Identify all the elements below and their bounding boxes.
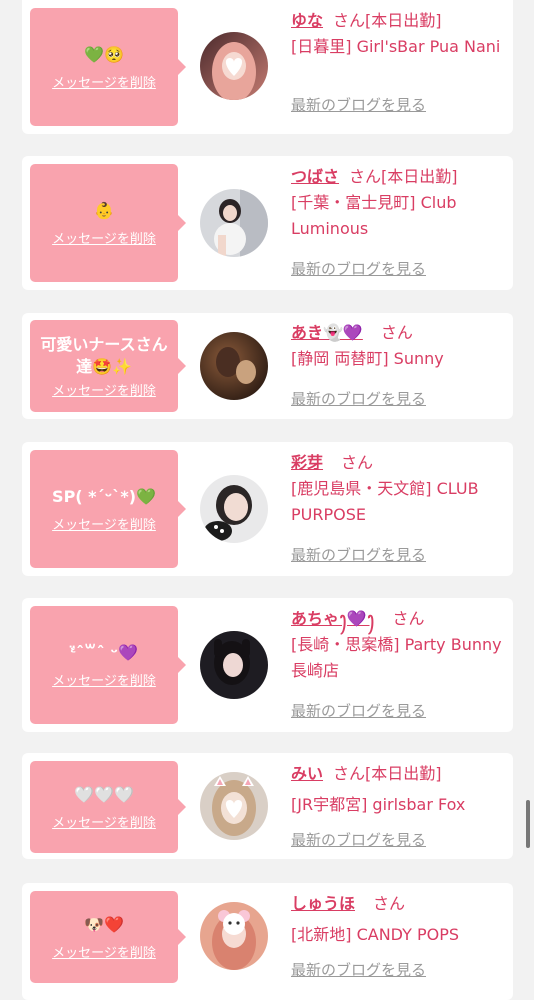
latest-blog-link[interactable]: 最新のブログを見る — [291, 829, 426, 850]
delete-message-link[interactable]: メッセージを削除 — [52, 812, 156, 831]
shop-name: [JR宇都宮] girlsbar Fox — [291, 795, 466, 814]
message-bubble: 👶 メッセージを削除 — [30, 164, 186, 282]
delete-message-link[interactable]: メッセージを削除 — [52, 380, 156, 399]
message-card: 可愛いナースさん達🤩✨ メッセージを削除 あき👻💜 さん [静岡 両替町] Sun… — [22, 313, 513, 419]
message-card: 👶 メッセージを削除 つばさ さん[本日出勤] [千葉・富士見町] Club Lu… — [22, 156, 513, 290]
avatar[interactable] — [200, 902, 268, 970]
message-bubble: 可愛いナースさん達🤩✨ メッセージを削除 — [30, 320, 186, 412]
honorific-status: さん — [380, 323, 413, 342]
delete-message-link[interactable]: メッセージを削除 — [52, 514, 156, 533]
name-line: つばさ さん[本日出勤] — [291, 164, 503, 190]
message-bubble: ᵋ̈ˆ꒳ˆ ᵕ💜 メッセージを削除 — [30, 606, 186, 724]
message-text: 可愛いナースさん達🤩✨ — [40, 334, 168, 376]
avatar[interactable] — [200, 772, 268, 840]
latest-blog-link[interactable]: 最新のブログを見る — [291, 544, 426, 565]
latest-blog-link[interactable]: 最新のブログを見る — [291, 94, 426, 115]
message-text: 🐶❤️ — [84, 914, 124, 934]
honorific-status: さん — [392, 609, 425, 628]
message-bubble: 💚🥺 メッセージを削除 — [30, 8, 186, 126]
avatar[interactable] — [200, 475, 268, 543]
latest-blog-link[interactable]: 最新のブログを見る — [291, 700, 426, 721]
name-line: ゆな さん[本日出勤] — [291, 8, 503, 34]
message-bubble: 🐶❤️ メッセージを削除 — [30, 891, 186, 983]
message-text: 👶 — [94, 200, 114, 220]
shop-name: [長崎・思案橋] Party Bunny 長崎店 — [291, 635, 502, 680]
profile-info: 彩芽 さん [鹿児島県・天文館] CLUB PURPOSE 最新のブログを見る — [291, 450, 503, 568]
honorific-status: さん[本日出勤] — [349, 167, 458, 186]
name-line: しゅうほ さん — [291, 891, 503, 917]
shop-name: [千葉・富士見町] Club Luminous — [291, 193, 457, 238]
delete-message-link[interactable]: メッセージを削除 — [52, 228, 156, 247]
message-bubble: SP( *ˊᵕˋ*)💚 メッセージを削除 — [30, 450, 186, 568]
message-card: 🤍🤍🤍 メッセージを削除 みい さん[本日出勤] [JR宇都宮] girlsbar… — [22, 753, 513, 859]
profile-info: みい さん[本日出勤] [JR宇都宮] girlsbar Fox 最新のブログを見… — [291, 761, 503, 853]
message-card: 🐶❤️ メッセージを削除 しゅうほ さん [北新地] CANDY POPS 最新の… — [22, 883, 513, 1000]
honorific-status: さん — [373, 894, 406, 913]
delete-message-link[interactable]: メッセージを削除 — [52, 72, 156, 91]
avatar[interactable] — [200, 631, 268, 699]
message-list-page: 💚🥺 メッセージを削除 ゆな さん[本日出勤] [日暮里] Girl'sBar P… — [0, 0, 534, 1000]
profile-info: つばさ さん[本日出勤] [千葉・富士見町] Club Luminous 最新のブ… — [291, 164, 503, 282]
latest-blog-link[interactable]: 最新のブログを見る — [291, 388, 426, 409]
delete-message-link[interactable]: メッセージを削除 — [52, 942, 156, 961]
message-text: 💚🥺 — [84, 44, 124, 64]
profile-info: しゅうほ さん [北新地] CANDY POPS 最新のブログを見る — [291, 891, 503, 983]
message-text: ᵋ̈ˆ꒳ˆ ᵕ💜 — [70, 642, 138, 662]
cast-name-link[interactable]: しゅうほ — [291, 894, 355, 913]
name-line: みい さん[本日出勤] — [291, 761, 503, 787]
message-card: 💚🥺 メッセージを削除 ゆな さん[本日出勤] [日暮里] Girl'sBar P… — [22, 0, 513, 134]
shop-name: [日暮里] Girl'sBar Pua Nani — [291, 37, 501, 56]
cast-name-link[interactable]: ゆな — [291, 11, 323, 30]
profile-info: あき👻💜 さん [静岡 両替町] Sunny 最新のブログを見る — [291, 320, 503, 412]
message-card: ᵋ̈ˆ꒳ˆ ᵕ💜 メッセージを削除 あちゃꫂ💜ꫂ さん [長崎・思案橋] Part… — [22, 598, 513, 732]
shop-name: [静岡 両替町] Sunny — [291, 349, 444, 368]
honorific-status: さん[本日出勤] — [333, 11, 442, 30]
profile-info: あちゃꫂ💜ꫂ さん [長崎・思案橋] Party Bunny 長崎店 最新のブログ… — [291, 606, 503, 724]
scrollbar-thumb[interactable] — [526, 800, 530, 848]
message-card: SP( *ˊᵕˋ*)💚 メッセージを削除 彩芽 さん [鹿児島県・天文館] CLU… — [22, 442, 513, 576]
avatar[interactable] — [200, 189, 268, 257]
cast-name-link[interactable]: あちゃꫂ💜ꫂ — [291, 609, 375, 628]
message-bubble: 🤍🤍🤍 メッセージを削除 — [30, 761, 186, 853]
avatar[interactable] — [200, 32, 268, 100]
name-line: あき👻💜 さん — [291, 320, 503, 346]
cast-name-link[interactable]: みい — [291, 764, 323, 783]
message-text: 🤍🤍🤍 — [74, 784, 134, 804]
shop-name: [鹿児島県・天文館] CLUB PURPOSE — [291, 479, 479, 524]
honorific-status: さん — [341, 453, 374, 472]
delete-message-link[interactable]: メッセージを削除 — [52, 670, 156, 689]
shop-name: [北新地] CANDY POPS — [291, 925, 460, 944]
name-line: 彩芽 さん — [291, 450, 503, 476]
cast-name-link[interactable]: つばさ — [291, 167, 339, 186]
cast-name-link[interactable]: 彩芽 — [291, 453, 323, 472]
avatar[interactable] — [200, 332, 268, 400]
message-text: SP( *ˊᵕˋ*)💚 — [52, 486, 156, 506]
latest-blog-link[interactable]: 最新のブログを見る — [291, 258, 426, 279]
honorific-status: さん[本日出勤] — [333, 764, 442, 783]
latest-blog-link[interactable]: 最新のブログを見る — [291, 959, 426, 980]
name-line: あちゃꫂ💜ꫂ さん — [291, 606, 503, 632]
profile-info: ゆな さん[本日出勤] [日暮里] Girl'sBar Pua Nani 最新のブ… — [291, 8, 503, 126]
cast-name-link[interactable]: あき👻💜 — [291, 323, 363, 342]
